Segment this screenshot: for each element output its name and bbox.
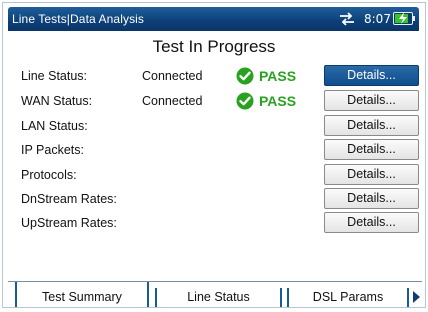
row-label: IP Packets:: [21, 143, 84, 157]
details-button-line-status[interactable]: Details...: [324, 65, 419, 86]
battery-cap: [413, 16, 415, 21]
app-title: Line Tests|Data Analysis: [12, 12, 145, 26]
pass-label: PASS: [259, 93, 297, 109]
result-row-dnstream-rates: DnStream Rates: Details...: [0, 188, 428, 210]
tab-dsl-params[interactable]: DSL Params: [287, 288, 409, 307]
details-button-ip-packets[interactable]: Details...: [324, 139, 419, 160]
battery-charging-icon: [393, 12, 413, 25]
result-row-lan-status: LAN Status: Details...: [0, 115, 428, 137]
clock: 8:07: [364, 12, 391, 26]
row-value: Connected: [142, 94, 203, 108]
title-bar: Line Tests|Data Analysis 8:07: [8, 7, 419, 31]
row-label: Line Status:: [21, 69, 88, 83]
check-circle-icon: [236, 67, 254, 85]
network-arrows-icon: [340, 12, 354, 26]
tab-line-status[interactable]: Line Status: [155, 288, 282, 307]
pass-label: PASS: [259, 68, 297, 84]
details-button-wan-status[interactable]: Details...: [324, 90, 419, 111]
row-label: Protocols:: [21, 168, 77, 182]
check-circle-icon: [236, 92, 254, 110]
tab-bar: Test Summary Line Status DSL Params: [8, 281, 422, 307]
row-value: Connected: [142, 69, 203, 83]
result-row-wan-status: WAN Status: Connected PASS Details...: [0, 90, 428, 112]
result-row-line-status: Line Status: Connected PASS Details...: [0, 65, 428, 87]
row-label: DnStream Rates:: [21, 192, 117, 206]
lightning-bolt-icon: [399, 12, 407, 24]
details-button-dnstream-rates[interactable]: Details...: [324, 188, 419, 209]
triangle-right-icon[interactable]: [411, 289, 421, 305]
details-button-lan-status[interactable]: Details...: [324, 115, 419, 136]
details-button-protocols[interactable]: Details...: [324, 164, 419, 185]
result-row-protocols: Protocols: Details...: [0, 164, 428, 186]
result-row-ip-packets: IP Packets: Details...: [0, 139, 428, 161]
result-row-upstream-rates: UpStream Rates: Details...: [0, 212, 428, 234]
page-title: Test In Progress: [152, 37, 276, 56]
tab-test-summary[interactable]: Test Summary: [15, 282, 149, 307]
details-button-upstream-rates[interactable]: Details...: [324, 212, 419, 233]
row-label: LAN Status:: [21, 119, 88, 133]
row-label: UpStream Rates:: [21, 216, 117, 230]
row-label: WAN Status:: [21, 94, 93, 108]
